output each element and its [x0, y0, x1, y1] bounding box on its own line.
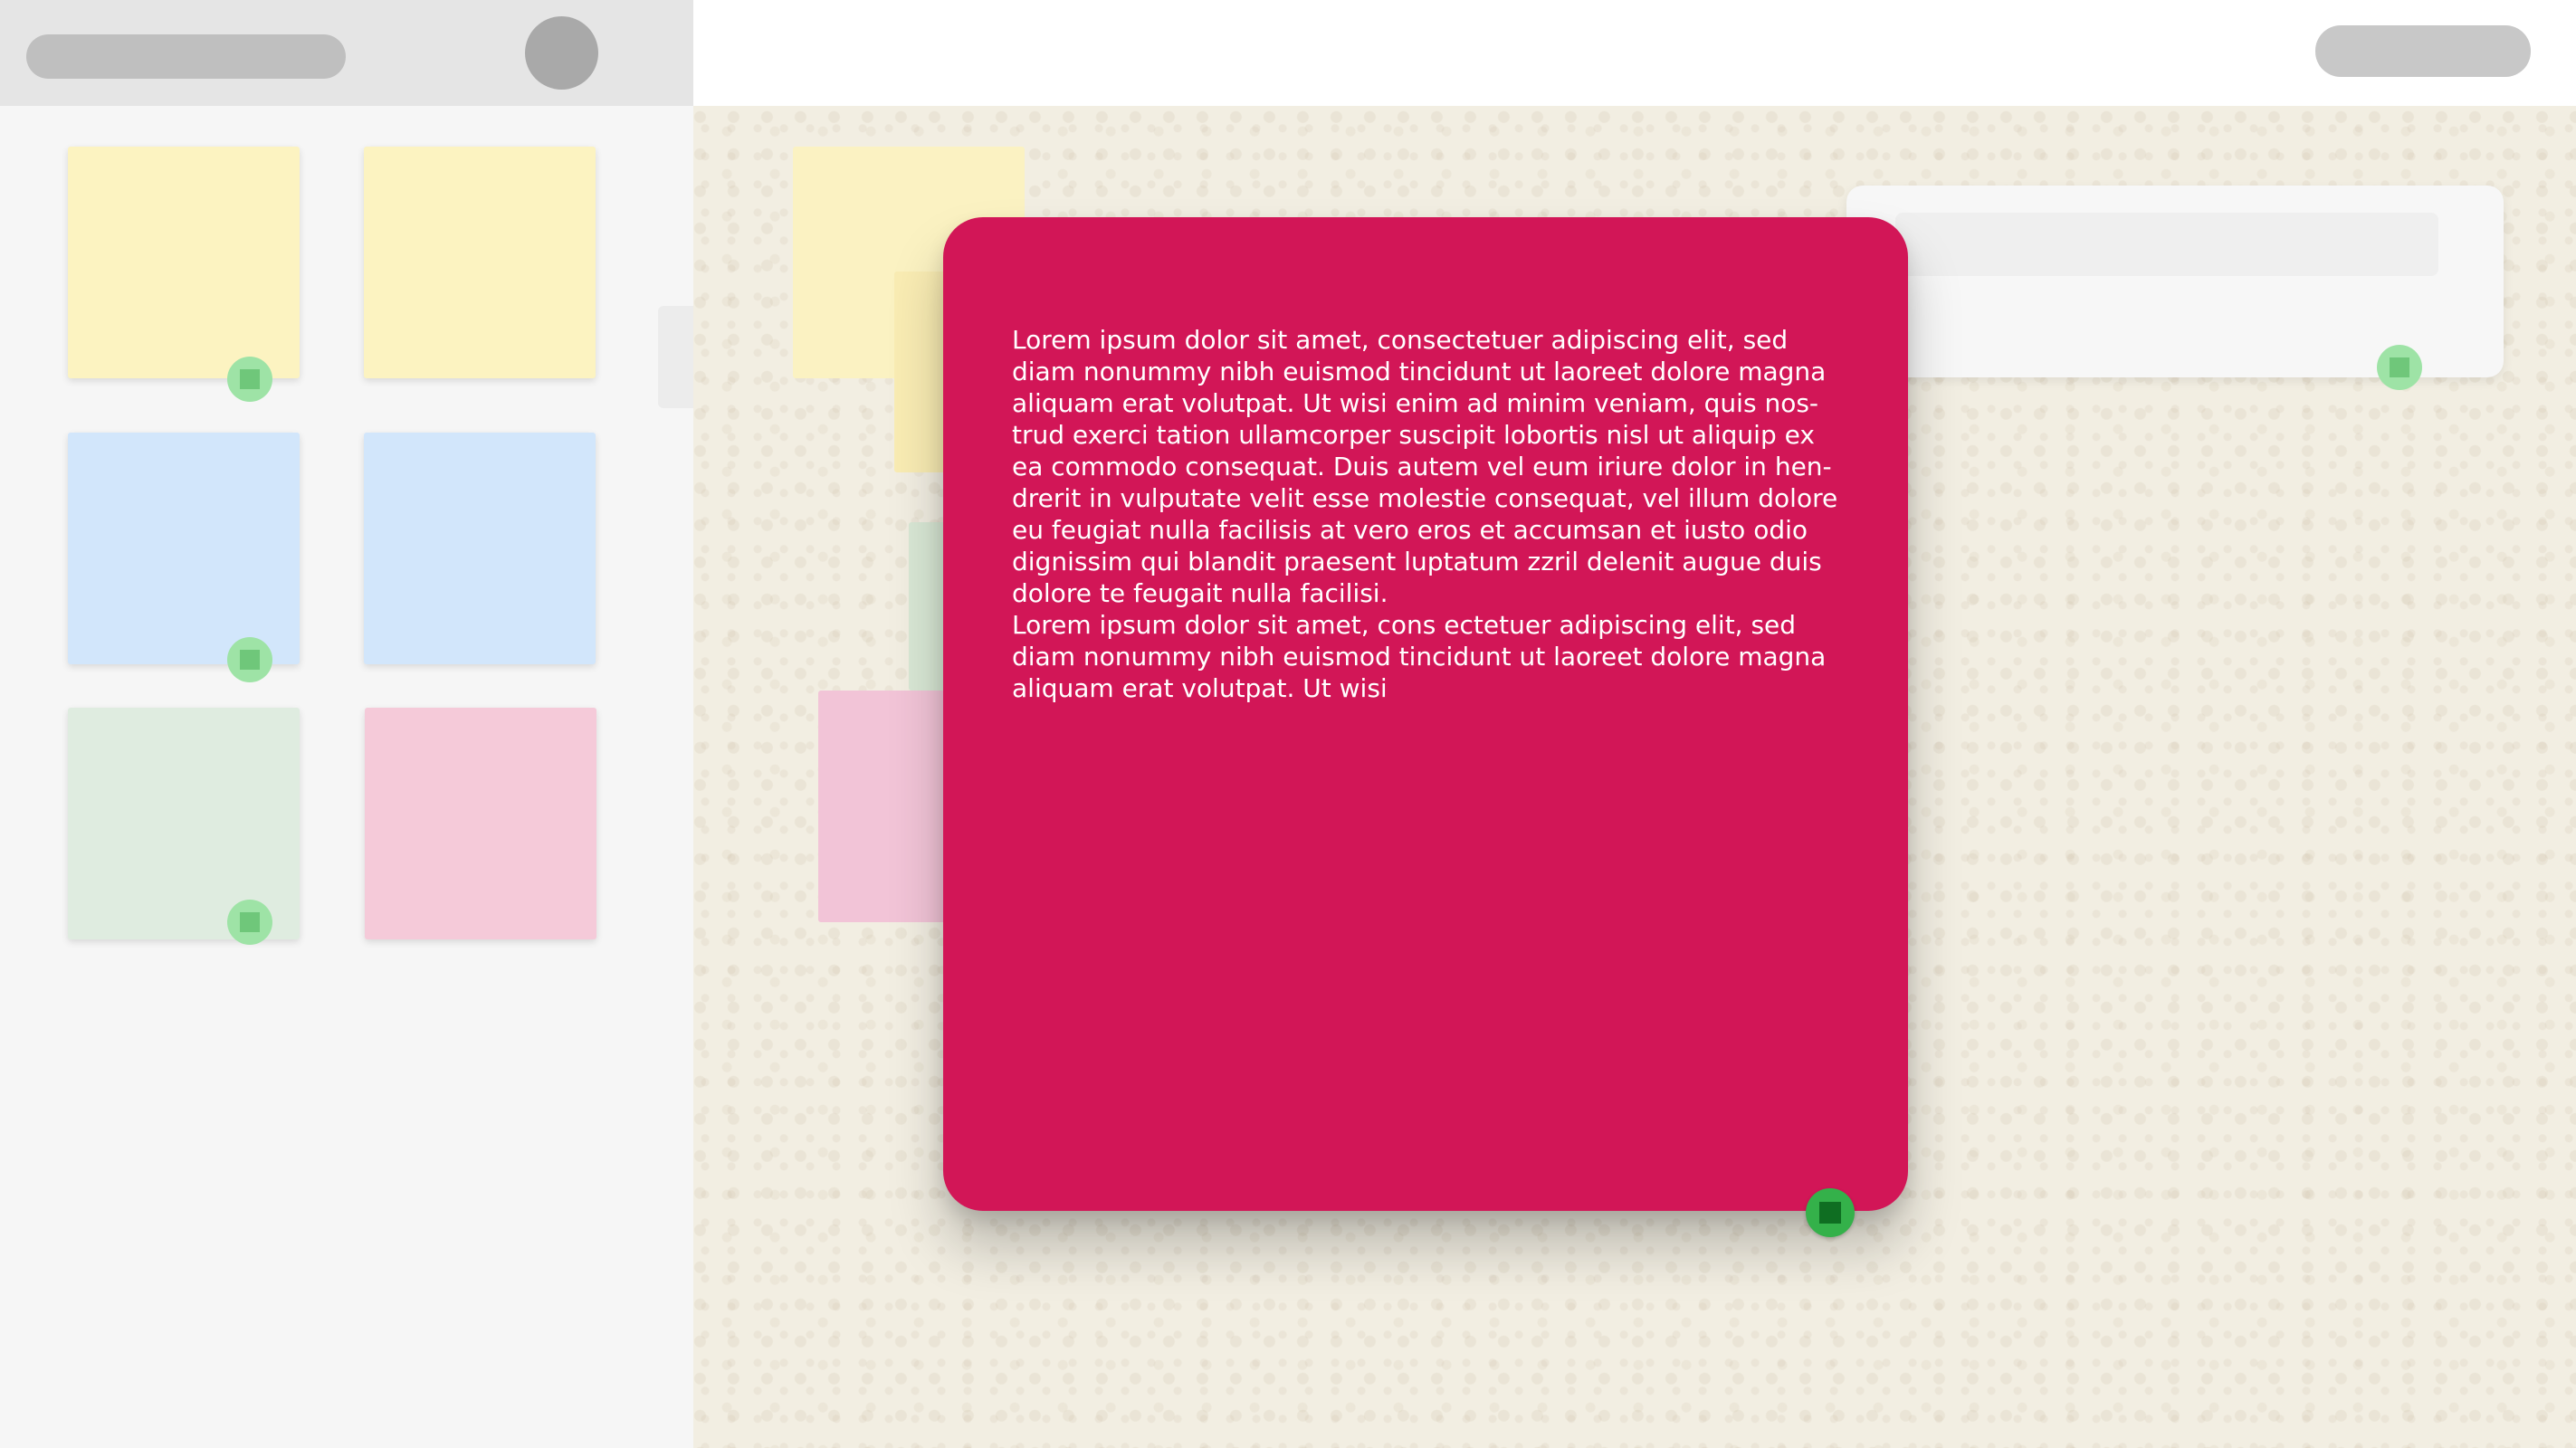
note-text[interactable]: Lorem ipsum dolor sit amet, consectetuer…: [1012, 324, 1845, 704]
pin-icon: [227, 357, 272, 402]
avatar[interactable]: [525, 16, 598, 90]
pin-icon[interactable]: [1806, 1188, 1855, 1237]
palette-note-blue[interactable]: [364, 433, 596, 664]
focused-note[interactable]: Lorem ipsum dolor sit amet, consectetuer…: [943, 217, 1908, 1237]
sidebar: [0, 0, 693, 1448]
palette-note-yellow[interactable]: [68, 147, 300, 378]
pin-icon: [227, 637, 272, 682]
board-card-bar: [1895, 213, 2438, 276]
pin-icon: [2377, 345, 2422, 390]
search-bar[interactable]: [26, 34, 346, 79]
sidebar-collapse-handle[interactable]: [658, 306, 693, 408]
palette-note-blue[interactable]: [68, 433, 300, 664]
pin-icon: [227, 900, 272, 945]
top-bar: [693, 0, 2576, 106]
toolbar-button[interactable]: [2315, 25, 2531, 77]
sidebar-header: [0, 0, 693, 106]
palette-note-yellow[interactable]: [364, 147, 596, 378]
palette-note-pink[interactable]: [365, 708, 596, 939]
